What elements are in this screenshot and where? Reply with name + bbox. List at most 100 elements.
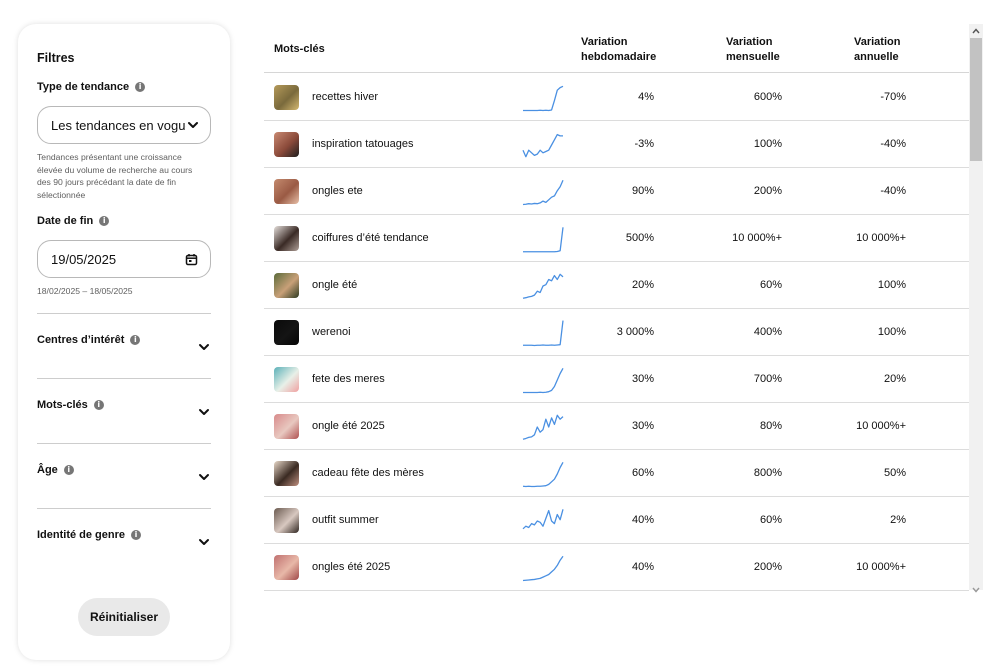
trend-sparkline: [522, 414, 564, 440]
header-yearly-line2: annuelle: [854, 51, 899, 63]
monthly-change: 800%: [753, 467, 782, 479]
keyword-label[interactable]: ongles ete: [312, 185, 363, 197]
table-row[interactable]: ongle été 20% 60% 100%: [264, 262, 969, 309]
section-keywords[interactable]: Mots-clés i: [37, 399, 211, 429]
filters-title: Filtres: [37, 51, 75, 65]
info-icon[interactable]: i: [135, 82, 146, 92]
table-row[interactable]: inspiration tatouages -3% 100% -40%: [264, 121, 969, 168]
monthly-change: 700%: [753, 373, 782, 385]
section-gender[interactable]: Identité de genre i: [37, 529, 211, 559]
keyword-label[interactable]: inspiration tatouages: [312, 138, 414, 150]
keyword-thumbnail: [274, 508, 299, 533]
section-interests-label: Centres d’intérêt: [37, 334, 125, 346]
trend-line: [522, 509, 564, 530]
trend-sparkline: [523, 85, 564, 112]
yearly-change: -40%: [880, 185, 906, 197]
monthly-change: 200%: [753, 561, 782, 573]
table-row[interactable]: coiffures d’été tendance 500% 10 000%+ 10 0…: [264, 215, 969, 262]
section-interests[interactable]: Centres d’intérêt i: [37, 334, 211, 364]
header-weekly[interactable]: Variation hebdomadaire: [581, 35, 656, 65]
chevron-down-icon: [188, 122, 198, 128]
header-monthly-line1: Variation: [726, 36, 773, 48]
trend-sparkline: [522, 133, 563, 158]
header-yearly[interactable]: Variation annuelle: [854, 35, 900, 65]
keyword-thumbnail: [274, 179, 299, 204]
yearly-change: -40%: [880, 138, 906, 150]
table-header: Mots-clés Variation hebdomadaire Variati…: [264, 24, 969, 73]
yearly-change: 50%: [883, 467, 906, 479]
scrollbar-thumb[interactable]: [970, 38, 982, 161]
keyword-label[interactable]: cadeau fête des mères: [312, 467, 424, 479]
table-row[interactable]: ongles été 2025 40% 200% 10 000%+: [264, 544, 969, 591]
table-row[interactable]: cadeau fête des mères 60% 800% 50%: [264, 450, 969, 497]
keyword-label[interactable]: coiffures d’été tendance: [312, 232, 429, 244]
weekly-change: 500%: [625, 232, 654, 244]
info-icon[interactable]: i: [130, 335, 141, 345]
table-row[interactable]: outfit summer 40% 60% 2%: [264, 497, 969, 544]
weekly-change: 30%: [631, 420, 654, 432]
yearly-change: 100%: [877, 326, 906, 338]
table-row[interactable]: ongle été 2025 30% 80% 10 000%+: [264, 403, 969, 450]
table-row[interactable]: ongles ete 90% 200% -40%: [264, 168, 969, 215]
reset-button[interactable]: Réinitialiser: [78, 598, 170, 636]
trend-type-description: Tendances présentant une croissance élev…: [37, 152, 193, 200]
keyword-label[interactable]: ongles été 2025: [312, 561, 390, 573]
section-label: Centres d’intérêt i: [37, 334, 141, 346]
end-date-value: 19/05/2025: [51, 251, 117, 267]
trend-line: [523, 85, 564, 112]
keyword-label[interactable]: fete des meres: [312, 373, 385, 385]
keyword-label[interactable]: ongle été 2025: [312, 420, 385, 432]
keyword-label[interactable]: werenoi: [312, 326, 351, 338]
keyword-thumbnail: [274, 320, 299, 345]
trend-sparkline: [523, 227, 564, 253]
section-label: Identité de genre i: [37, 529, 142, 541]
table-row[interactable]: fete des meres 30% 700% 20%: [264, 356, 969, 403]
table-row[interactable]: recettes hiver 4% 600% -70%: [264, 74, 969, 121]
keyword-label[interactable]: recettes hiver: [312, 91, 378, 103]
date-range-hint: 18/02/2025 – 18/05/2025: [37, 286, 133, 296]
keyword-label[interactable]: outfit summer: [312, 514, 379, 526]
monthly-change: 60%: [759, 279, 782, 291]
chevron-down-icon: [199, 344, 209, 350]
section-keywords-label: Mots-clés: [37, 399, 88, 411]
calendar-icon[interactable]: [185, 253, 198, 266]
section-label: Mots-clés i: [37, 399, 104, 411]
trend-sparkline: [523, 320, 564, 347]
yearly-change: 10 000%+: [856, 232, 906, 244]
trend-line: [522, 555, 564, 582]
header-keyword[interactable]: Mots-clés: [274, 42, 325, 57]
weekly-change: 30%: [631, 373, 654, 385]
keywords-table: Mots-clés Variation hebdomadaire Variati…: [264, 24, 969, 591]
info-icon[interactable]: i: [63, 465, 74, 475]
monthly-change: 100%: [753, 138, 782, 150]
yearly-change: 100%: [877, 279, 906, 291]
end-date-field[interactable]: 19/05/2025: [37, 240, 211, 278]
header-yearly-line1: Variation: [854, 36, 901, 48]
end-date-label-text: Date de fin: [37, 215, 94, 227]
scroll-up-arrow[interactable]: [970, 25, 982, 37]
keyword-thumbnail: [274, 85, 299, 110]
keyword-thumbnail: [274, 414, 299, 439]
trend-type-select[interactable]: Les tendances en vogue: [37, 106, 211, 144]
header-weekly-line2: hebdomadaire: [581, 51, 657, 63]
trend-line: [522, 273, 564, 299]
monthly-change: 10 000%+: [732, 232, 782, 244]
filters-panel: Filtres Type de tendance i Les tendances…: [18, 24, 230, 660]
info-icon[interactable]: i: [99, 216, 110, 226]
chevron-down-icon: [199, 539, 209, 545]
scroll-down-arrow[interactable]: [970, 584, 982, 596]
trend-line: [522, 180, 564, 206]
info-icon[interactable]: i: [131, 530, 142, 540]
header-monthly-line2: mensuelle: [726, 51, 780, 63]
trend-line: [522, 414, 564, 440]
info-icon[interactable]: i: [93, 400, 104, 410]
yearly-change: -70%: [880, 91, 906, 103]
table-row[interactable]: werenoi 3 000% 400% 100%: [264, 309, 969, 356]
section-age[interactable]: Âge i: [37, 464, 211, 494]
keyword-label[interactable]: ongle été: [312, 279, 357, 291]
weekly-change: 90%: [631, 185, 654, 197]
header-monthly[interactable]: Variation mensuelle: [726, 35, 780, 65]
chevron-down-icon: [199, 409, 209, 415]
end-date-label: Date de fin i: [37, 215, 110, 227]
trend-line: [523, 227, 564, 253]
